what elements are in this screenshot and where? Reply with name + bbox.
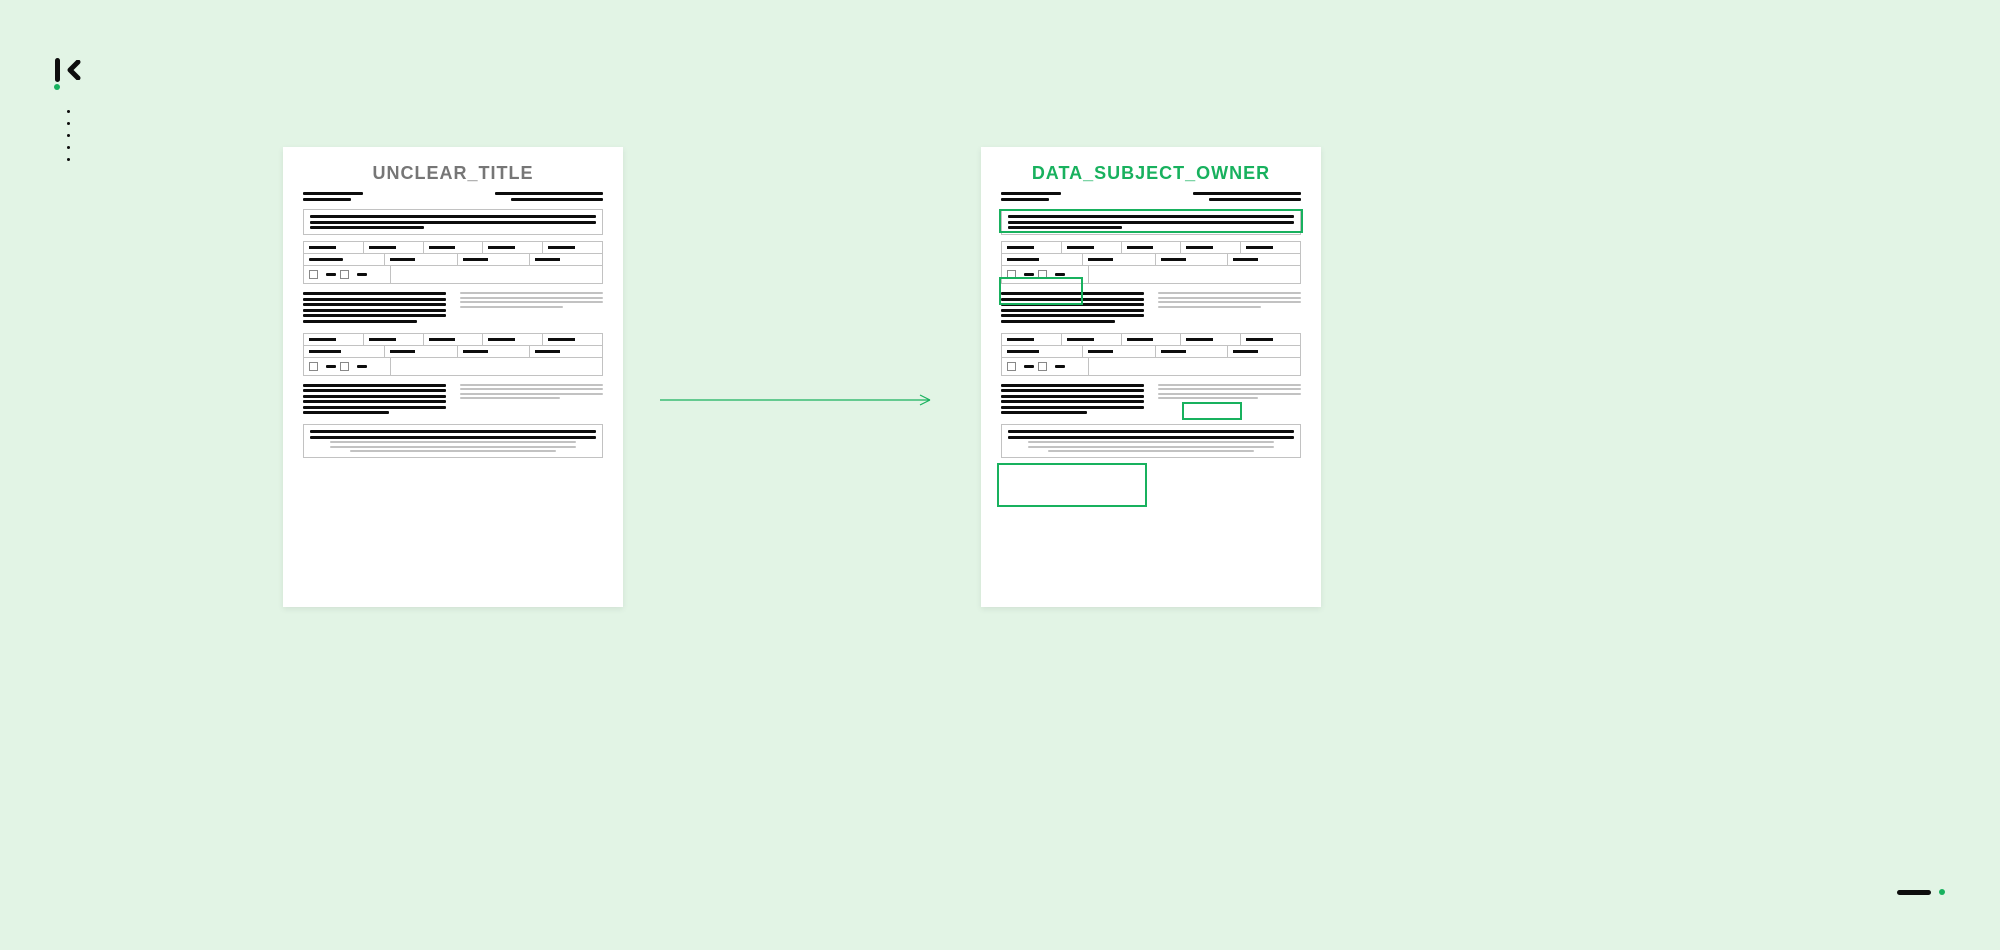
footer-mark-icon (1897, 889, 1945, 895)
paragraph-columns-2 (1001, 384, 1301, 415)
document-after: DATA_SUBJECT_OWNER (981, 147, 1321, 607)
table-2 (1001, 333, 1301, 376)
checkbox-icon (340, 270, 349, 279)
checkbox-icon (309, 270, 318, 279)
arrow-right-icon (660, 390, 940, 410)
document-after-title: DATA_SUBJECT_OWNER (1001, 163, 1301, 184)
doc-meta (303, 192, 603, 201)
footer-block (303, 424, 603, 458)
document-before: UNCLEAR_TITLE (283, 147, 623, 607)
table-2 (303, 333, 603, 376)
checkbox-icon (309, 362, 318, 371)
checkbox-icon (1038, 270, 1047, 279)
paragraph-columns-1 (303, 292, 603, 323)
summary-block (303, 209, 603, 235)
table-1 (303, 241, 603, 284)
document-before-title: UNCLEAR_TITLE (303, 163, 603, 184)
highlight-paragraph (997, 463, 1147, 507)
footer-block (1001, 424, 1301, 458)
checkbox-icon (1038, 362, 1047, 371)
checkbox-icon (340, 362, 349, 371)
paragraph-columns-2 (303, 384, 603, 415)
checkbox-icon (1007, 270, 1016, 279)
vertical-dots-icon (67, 110, 70, 161)
table-1 (1001, 241, 1301, 284)
doc-meta (1001, 192, 1301, 201)
summary-block (1001, 209, 1301, 235)
paragraph-columns-1 (1001, 292, 1301, 323)
brand-logo (55, 58, 85, 88)
checkbox-icon (1007, 362, 1016, 371)
